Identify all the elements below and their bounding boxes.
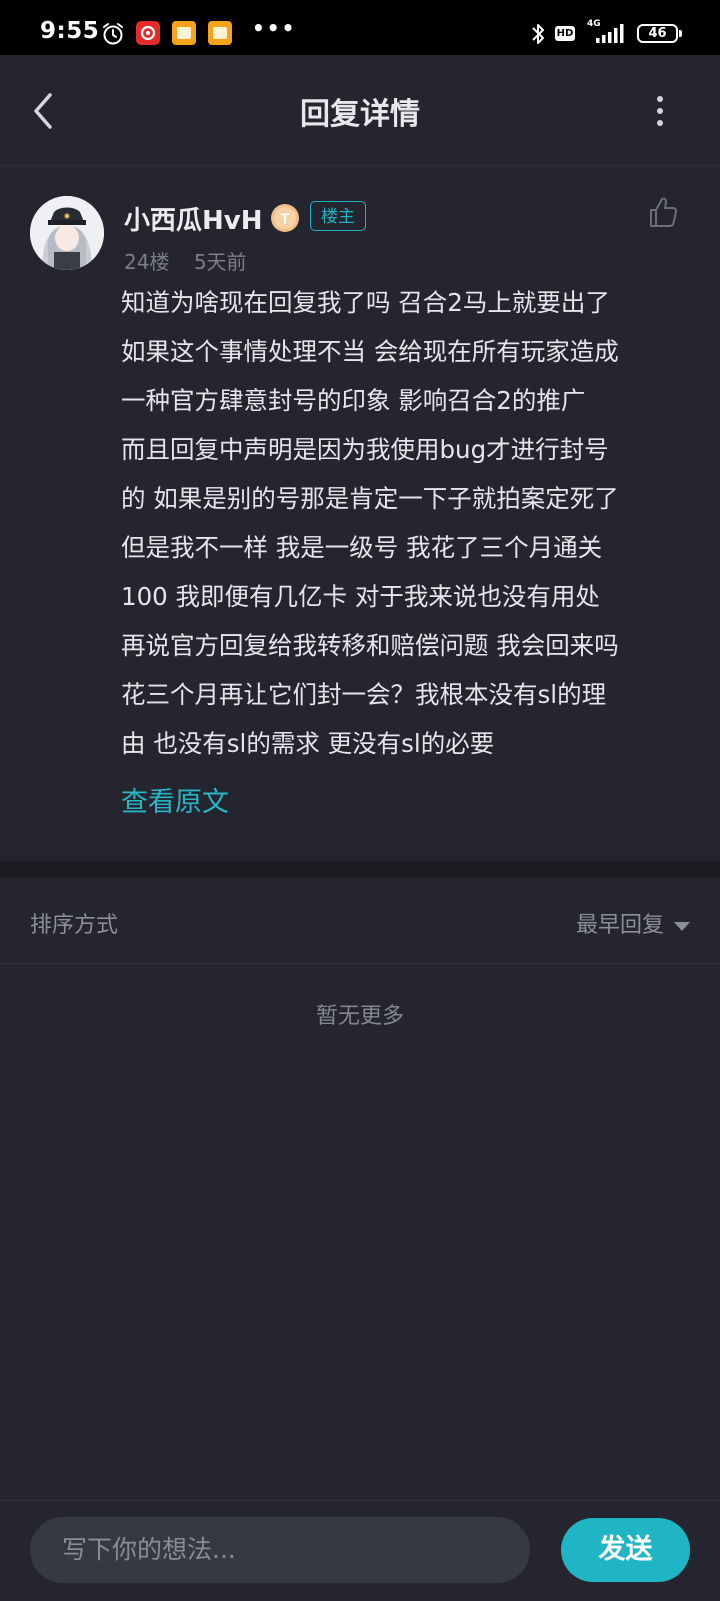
battery-icon: 46	[637, 24, 682, 43]
content-line: 再说官方回复给我转移和赔偿问题 我会回来吗	[121, 631, 619, 660]
page-title: 回复详情	[300, 97, 420, 132]
sort-selected: 最早回复	[575, 913, 664, 938]
signal-icon	[596, 24, 624, 43]
content-line: 花三个月再让它们封一会？我根本没有sl的理	[121, 680, 607, 709]
floor-number: 24楼	[124, 250, 170, 274]
content-line: 由 也没有sl的需求 更没有sl的必要	[121, 729, 495, 758]
level-badge-icon: T	[271, 204, 299, 232]
sort-label: 排序方式	[30, 913, 119, 938]
alarm-icon	[103, 23, 123, 45]
username[interactable]: 小西瓜HvH	[124, 200, 262, 237]
content-line: 100 我即便有几亿卡 对于我来说也没有用处	[121, 582, 600, 611]
section-divider	[0, 861, 720, 877]
level-badge-letter: T	[280, 211, 289, 228]
bluetooth-icon	[532, 24, 544, 44]
avatar[interactable]	[30, 196, 104, 270]
op-badge: 楼主	[310, 201, 366, 231]
content-line: 的 如果是别的号那是肯定一下子就拍案定死了	[121, 484, 619, 513]
status-time: 9:55	[40, 18, 100, 44]
netease-music-icon	[136, 21, 160, 45]
post-content: 知道为啥现在回复我了吗 召合2马上就要出了 如果这个事情处理不当 会给现在所有玩…	[121, 278, 695, 768]
content-line: 知道为啥现在回复我了吗 召合2马上就要出了	[121, 288, 610, 317]
avatar-image	[30, 196, 104, 270]
post-meta: 24楼 5天前	[124, 246, 265, 275]
status-bar: 9:55 ••• HD 4G 46	[0, 0, 720, 55]
content-line: 一种官方肆意封号的印象 影响召合2的推广	[121, 386, 586, 415]
notes-icon	[172, 21, 196, 45]
content-line: 而且回复中声明是因为我使用bug才进行封号	[121, 435, 609, 464]
hd-icon: HD	[555, 26, 575, 41]
post-time: 5天前	[193, 250, 247, 274]
page-header: 回复详情	[0, 55, 720, 166]
view-original-link[interactable]: 查看原文	[121, 780, 229, 819]
send-button[interactable]: 发送	[561, 1518, 690, 1582]
more-dots-icon: •••	[252, 16, 297, 40]
empty-state-text: 暂无更多	[315, 1004, 404, 1029]
caret-down-icon	[674, 921, 690, 931]
composer-bar: 写下你的想法... 发送	[0, 1500, 720, 1601]
reply-input[interactable]: 写下你的想法...	[30, 1517, 530, 1583]
content-line: 如果这个事情处理不当 会给现在所有玩家造成	[121, 337, 619, 366]
thumbs-up-icon[interactable]	[648, 196, 678, 228]
reply-post: 小西瓜HvH T 楼主 24楼 5天前 知道为啥现在回复我了吗 召合2马上就要出…	[0, 166, 720, 861]
more-vertical-icon[interactable]	[654, 95, 666, 127]
content-line: 但是我不一样 我是一级号 我花了三个月通关	[121, 533, 603, 562]
sort-row: 排序方式 最早回复	[0, 877, 720, 964]
notes-icon	[208, 21, 232, 45]
sort-dropdown[interactable]: 最早回复	[576, 907, 690, 939]
